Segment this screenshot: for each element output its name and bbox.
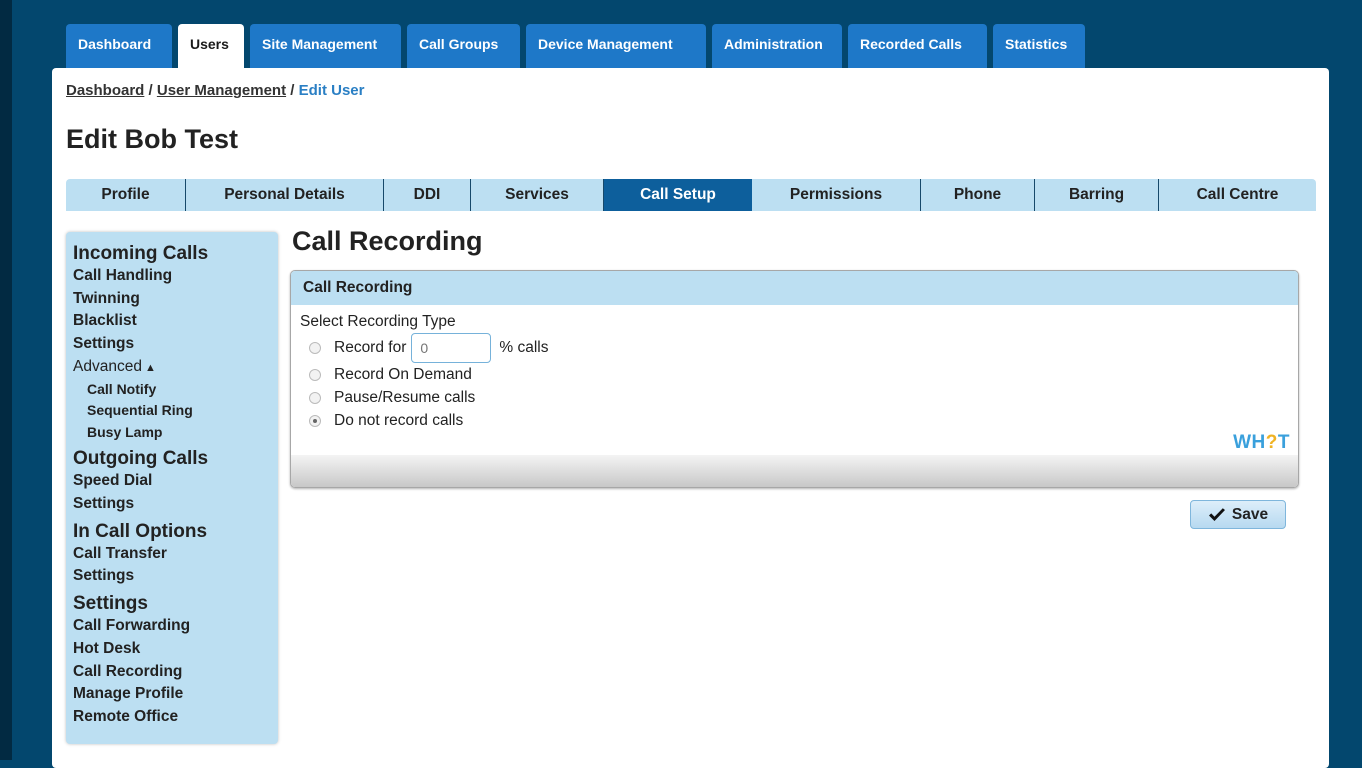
record-for-prefix: Record for [334,339,407,356]
sidebar-item-call-transfer[interactable]: Call Transfer [73,543,271,566]
option-record-for: Record for % calls [309,333,1298,363]
sidebar-item-call-forwarding[interactable]: Call Forwarding [73,615,271,638]
tab-ddi[interactable]: DDI [384,179,471,211]
sidebar-item-busy-lamp[interactable]: Busy Lamp [73,422,271,444]
sidebar-item-hot-desk[interactable]: Hot Desk [73,638,271,661]
user-sub-tabs: Profile Personal Details DDI Services Ca… [66,179,1316,211]
tab-barring[interactable]: Barring [1035,179,1159,211]
radio-record-on-demand[interactable] [309,368,321,381]
sidebar-item-call-handling[interactable]: Call Handling [73,265,271,288]
box-footer [291,455,1298,487]
nav-tab-statistics[interactable]: Statistics [993,24,1085,69]
breadcrumb-separator: / [148,82,153,99]
sidebar-advanced-toggle[interactable]: Advanced ▲ [73,356,271,379]
sidebar-item-manage-profile[interactable]: Manage Profile [73,683,271,706]
save-button[interactable]: Save [1190,500,1286,529]
recording-type-label: Select Recording Type [300,313,456,330]
nav-tab-recorded-calls[interactable]: Recorded Calls [848,24,987,69]
breadcrumb-link-dashboard[interactable]: Dashboard [66,82,144,99]
nav-tab-device-management[interactable]: Device Management [526,24,706,69]
record-for-suffix: % calls [499,339,549,356]
sidebar-item-outgoing-settings[interactable]: Settings [73,493,271,516]
sidebar-heading-in-call-options: In Call Options [73,520,208,542]
triangle-up-icon: ▲ [144,361,156,374]
nav-tab-users[interactable]: Users [178,24,244,69]
sidebar-item-remote-office[interactable]: Remote Office [73,706,271,729]
option-record-on-demand: Record On Demand [309,363,1298,386]
tab-permissions[interactable]: Permissions [752,179,921,211]
breadcrumb-link-user-management[interactable]: User Management [157,82,286,99]
percent-calls-input[interactable] [411,333,492,363]
box-body: Select Recording Type Record for % calls… [291,305,1298,455]
call-recording-box: Call Recording Select Recording Type Rec… [290,270,1299,488]
sidebar-heading-incoming-calls: Incoming Calls [73,243,209,264]
option-do-not-record: Do not record calls [309,409,1298,432]
nav-tab-administration[interactable]: Administration [712,24,842,69]
breadcrumb-separator: / [290,82,295,99]
main-panel: Dashboard / User Management / Edit User … [52,68,1329,768]
radio-pause-resume[interactable] [309,391,321,404]
nav-tab-site-management[interactable]: Site Management [250,24,401,69]
tab-phone[interactable]: Phone [921,179,1035,211]
sidebar-item-call-recording[interactable]: Call Recording [73,661,271,684]
radio-do-not-record[interactable] [309,414,321,427]
nav-tab-call-groups[interactable]: Call Groups [407,24,520,69]
content-title: Call Recording [292,226,483,256]
sidebar-heading-settings: Settings [73,593,148,615]
top-navigation: Dashboard Users Site Management Call Gro… [66,24,1085,69]
nav-tab-dashboard[interactable]: Dashboard [66,24,172,69]
sidebar-item-speed-dial[interactable]: Speed Dial [73,470,271,493]
radio-record-for[interactable] [309,342,321,354]
do-not-record-label: Do not record calls [334,411,464,429]
sidebar-advanced-label: Advanced [73,357,142,375]
tab-call-setup[interactable]: Call Setup [604,179,752,211]
sidebar-item-blacklist[interactable]: Blacklist [73,310,271,333]
what-logo: WH?T [1233,432,1290,453]
call-setup-sidebar: Incoming Calls Call Handling Twinning Bl… [66,232,278,744]
checkmark-icon [1208,507,1225,521]
sidebar-item-twinning[interactable]: Twinning [73,288,271,311]
sidebar-heading-outgoing-calls: Outgoing Calls [73,448,209,470]
sidebar-item-in-call-settings[interactable]: Settings [73,565,271,588]
page-title: Edit Bob Test [66,124,238,154]
record-on-demand-label: Record On Demand [334,365,472,383]
window-frame [0,0,12,760]
tab-profile[interactable]: Profile [66,179,186,211]
sidebar-item-incoming-settings[interactable]: Settings [73,333,271,356]
breadcrumb: Dashboard / User Management / Edit User [66,82,364,99]
tab-personal-details[interactable]: Personal Details [186,179,384,211]
sidebar-item-call-notify[interactable]: Call Notify [73,379,271,401]
box-header: Call Recording [291,271,1298,305]
pause-resume-label: Pause/Resume calls [334,388,476,406]
option-pause-resume: Pause/Resume calls [309,386,1298,409]
breadcrumb-current: Edit User [298,82,365,99]
tab-call-centre[interactable]: Call Centre [1159,179,1316,211]
tab-services[interactable]: Services [471,179,604,211]
save-button-label: Save [1231,505,1269,523]
sidebar-item-sequential-ring[interactable]: Sequential Ring [73,400,271,422]
